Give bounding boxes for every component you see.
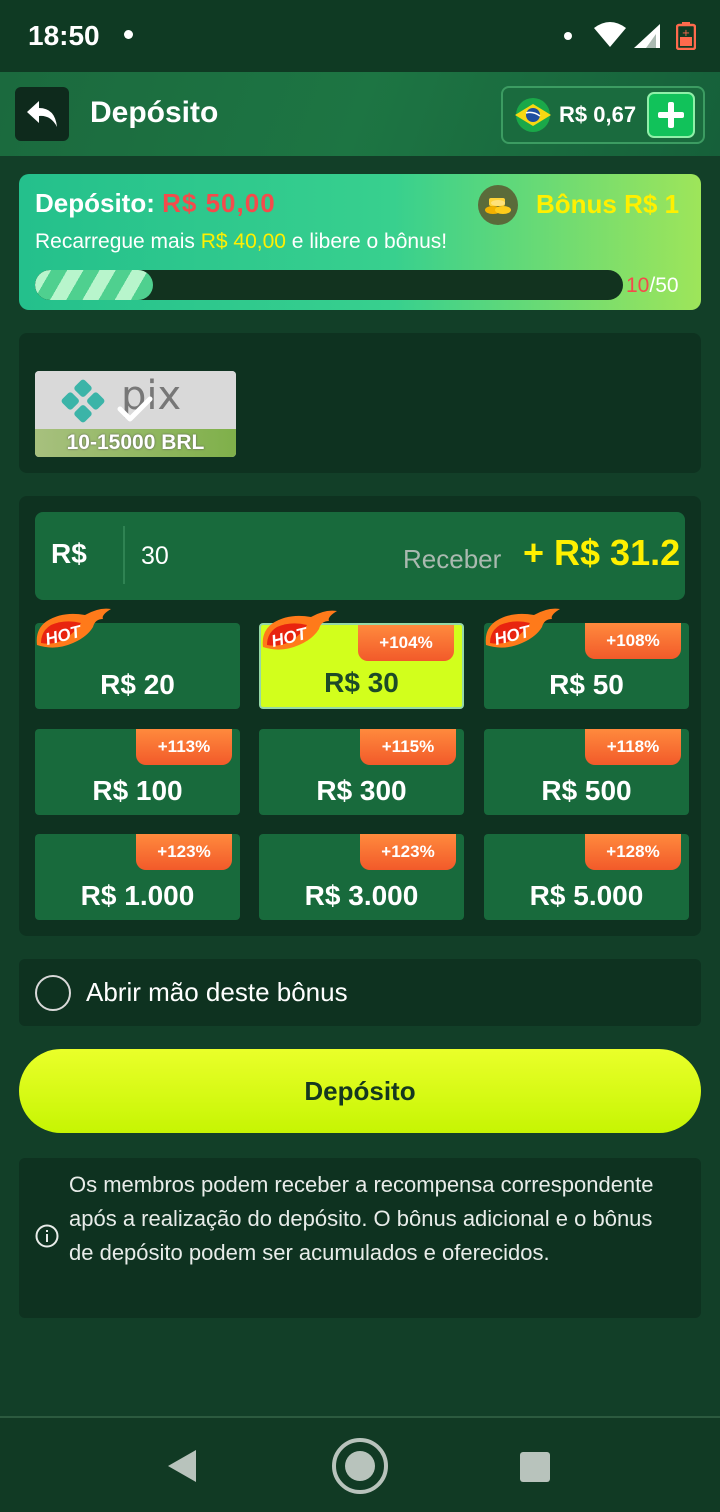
amount-option-label: R$ 3.000 — [304, 880, 419, 911]
gold-coins-icon — [478, 185, 518, 225]
amount-input-field[interactable]: R$ 30 Receber + R$ 31.2 — [35, 512, 685, 600]
status-bar: 18:50 + — [0, 0, 720, 72]
bonus-percent-badge: +113% — [136, 729, 232, 765]
deposit-summary: Depósito: R$ 50,00 — [35, 188, 276, 219]
amount-option-button[interactable]: +108% HOT R$ 50 — [484, 608, 689, 709]
deposit-label: Depósito: — [35, 188, 155, 218]
optout-label: Abrir mão deste bônus — [86, 977, 348, 1007]
balance-amount: R$ 0,67 — [559, 102, 637, 127]
amount-option-label: R$ 100 — [92, 775, 183, 806]
amount-option-label: R$ 50 — [549, 669, 624, 700]
progress-current: 10 — [626, 274, 650, 297]
receive-value: + R$ 31.2 — [523, 532, 681, 573]
bonus-progress-card: Depósito: R$ 50,00 Bônus R$ 1 Recarregue… — [19, 174, 701, 310]
bonus-optout-row[interactable]: Abrir mão deste bônus — [19, 959, 701, 1026]
info-box: Os membros podem receber a recompensa co… — [19, 1158, 701, 1318]
status-time: 18:50 — [28, 20, 100, 51]
nav-home-icon[interactable] — [330, 1436, 390, 1496]
notification-dot-icon — [124, 30, 133, 39]
svg-text:+: + — [682, 28, 690, 39]
signal-icon — [634, 24, 660, 48]
amount-option-button[interactable]: +104% HOT R$ 30 — [259, 610, 464, 709]
recharge-amount: R$ 40,00 — [200, 230, 286, 253]
bonus-percent-badge: +123% — [136, 834, 232, 870]
plus-icon — [658, 102, 684, 128]
bonus-percent-badge: +104% — [358, 625, 454, 661]
recharge-suffix: e libere o bônus! — [285, 230, 448, 253]
recharge-prefix: Recarregue mais — [35, 230, 201, 253]
amount-option-label: R$ 30 — [324, 667, 399, 698]
amount-option-button[interactable]: +123% R$ 3.000 — [259, 834, 464, 920]
amount-value[interactable]: 30 — [141, 542, 169, 571]
bonus-percent-badge: +115% — [360, 729, 456, 765]
bonus-progress-bar — [35, 270, 623, 300]
nav-back-icon[interactable] — [166, 1448, 198, 1484]
hot-fire-icon: HOT — [485, 608, 560, 649]
pix-range: 10-15000 BRL — [35, 429, 236, 457]
hot-fire-icon: HOT — [36, 608, 111, 649]
progress-count: 10/50 — [626, 274, 679, 298]
hot-fire-icon: HOT — [262, 610, 337, 651]
nav-recents-icon[interactable] — [520, 1452, 550, 1482]
progress-total: /50 — [649, 274, 679, 297]
amount-option-label: R$ 20 — [100, 669, 175, 700]
back-arrow-icon — [27, 101, 57, 127]
divider — [123, 526, 125, 584]
deposit-button[interactable]: Depósito — [19, 1049, 701, 1133]
page-title: Depósito — [90, 96, 219, 129]
info-text: Os membros podem receber a recompensa co… — [69, 1172, 654, 1265]
bonus-amount: Bônus R$ 1 — [536, 189, 680, 219]
wifi-icon — [594, 22, 626, 47]
system-nav-bar — [0, 1416, 720, 1512]
pix-payment-option[interactable]: pix 10-15000 BRL — [35, 371, 236, 457]
info-icon — [35, 1224, 59, 1248]
header: Depósito R$ 0,67 — [0, 72, 720, 156]
amount-option-button[interactable]: +123% R$ 1.000 — [35, 834, 240, 920]
recharge-hint: Recarregue mais R$ 40,00 e libere o bônu… — [35, 230, 447, 254]
amount-option-button[interactable]: +113% R$ 100 — [35, 729, 240, 815]
amount-option-button[interactable]: HOT R$ 20 — [35, 608, 240, 709]
receive-label: Receber — [403, 544, 502, 574]
amount-option-label: R$ 5.000 — [529, 880, 644, 911]
amount-option-button[interactable]: +128% R$ 5.000 — [484, 834, 689, 920]
checkmark-icon — [117, 396, 153, 422]
back-button[interactable] — [15, 87, 69, 141]
brazil-flag-icon — [515, 98, 551, 132]
optout-radio[interactable] — [35, 975, 71, 1011]
amount-option-label: R$ 500 — [541, 775, 632, 806]
bonus-percent-badge: +128% — [585, 834, 681, 870]
payment-method-section: pix 10-15000 BRL — [19, 333, 701, 473]
bonus-progress-fill — [35, 270, 153, 300]
bonus-percent-badge: +123% — [360, 834, 456, 870]
amount-option-label: R$ 1.000 — [80, 880, 195, 911]
battery-icon: + — [676, 22, 696, 50]
add-funds-button[interactable] — [647, 92, 695, 138]
notification-dot-icon — [564, 32, 572, 40]
amount-option-label: R$ 300 — [316, 775, 407, 806]
amount-option-button[interactable]: +115% R$ 300 — [259, 729, 464, 815]
amount-option-button[interactable]: +118% R$ 500 — [484, 729, 689, 815]
balance-display: R$ 0,67 — [501, 86, 705, 144]
deposit-amount: R$ 50,00 — [162, 188, 276, 218]
currency-label: R$ — [51, 538, 87, 569]
amount-section: R$ 30 Receber + R$ 31.2 HOT R$ 20 +104% HOT… — [19, 496, 701, 936]
bonus-percent-badge: +108% — [585, 623, 681, 659]
bonus-percent-badge: +118% — [585, 729, 681, 765]
